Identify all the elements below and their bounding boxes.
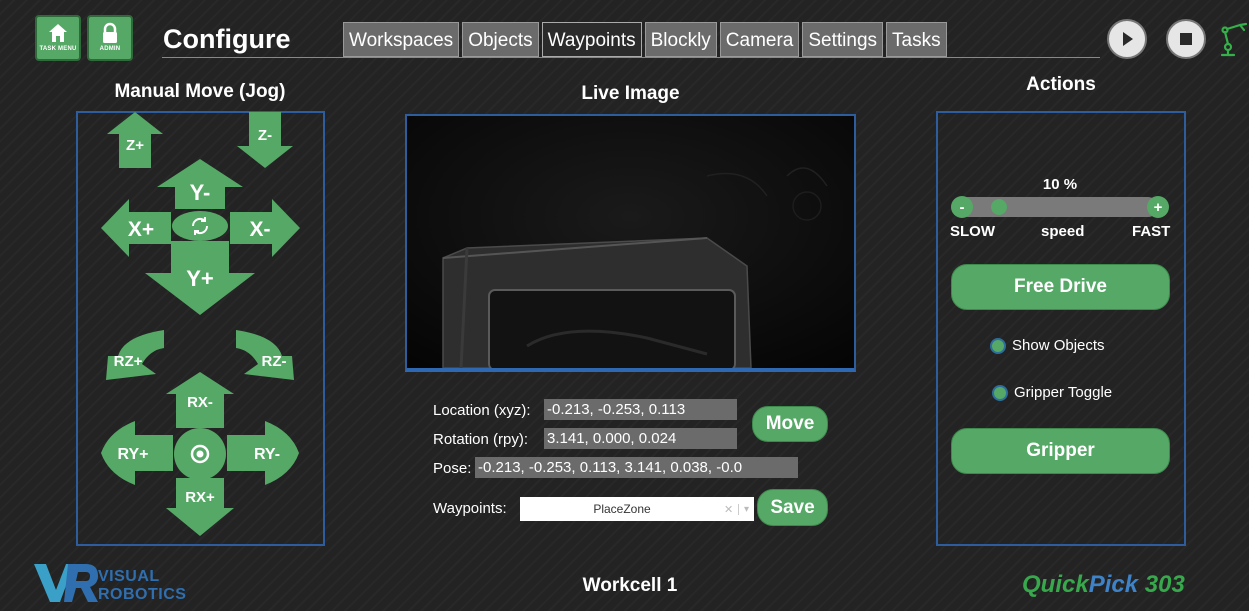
pose-label: Pose: bbox=[433, 460, 472, 477]
speed-decrease-button[interactable]: - bbox=[951, 196, 973, 218]
camera-feed bbox=[407, 116, 854, 368]
gripper-toggle[interactable]: Gripper Toggle bbox=[992, 384, 1112, 401]
play-button[interactable] bbox=[1107, 19, 1147, 59]
waypoints-select-value: PlaceZone bbox=[593, 502, 651, 516]
jog-rz-minus-button[interactable]: RZ- bbox=[236, 326, 294, 380]
page-title: Configure bbox=[163, 24, 291, 54]
fast-label: FAST bbox=[1132, 223, 1171, 240]
jog-z-minus-button[interactable]: Z- bbox=[237, 112, 293, 168]
lock-icon bbox=[103, 22, 117, 43]
workcell-label: Workcell 1 bbox=[582, 575, 678, 596]
jog-rx-plus-button[interactable]: RX+ bbox=[166, 478, 234, 536]
jog-rz-minus-label: RZ- bbox=[262, 353, 287, 370]
jog-ry-minus-button[interactable]: RY- bbox=[227, 417, 299, 489]
speed-increase-button[interactable]: + bbox=[1147, 196, 1169, 218]
visual-robotics-logo: VISUAL ROBOTICS bbox=[34, 560, 187, 608]
slow-label: SLOW bbox=[950, 223, 995, 240]
move-button[interactable]: Move bbox=[752, 406, 828, 442]
actions-heading: Actions bbox=[1026, 74, 1096, 95]
jog-x-plus-label: X+ bbox=[128, 218, 154, 241]
task-menu-button[interactable]: TASK MENU bbox=[35, 15, 81, 61]
logo-visual-text: VISUAL bbox=[98, 568, 160, 585]
pose-value: -0.213, -0.253, 0.113, 3.141, 0.038, -0.… bbox=[475, 457, 798, 478]
speed-label: speed bbox=[1041, 223, 1085, 240]
jog-rx-plus-label: RX+ bbox=[185, 489, 215, 506]
jog-y-minus-label: Y- bbox=[190, 180, 211, 205]
show-objects-radio[interactable] bbox=[990, 337, 1006, 354]
speed-slider-track[interactable] bbox=[958, 197, 1158, 217]
product-quick: Quick bbox=[1022, 571, 1089, 598]
tab-camera[interactable]: Camera bbox=[719, 22, 800, 57]
jog-ry-minus-label: RY- bbox=[254, 446, 280, 463]
speed-value: 10 % bbox=[1042, 176, 1078, 193]
jog-rz-plus-label: RZ+ bbox=[114, 353, 143, 370]
admin-button[interactable]: ADMIN bbox=[87, 15, 133, 61]
jog-x-minus-label: X- bbox=[250, 218, 271, 241]
show-objects-label: Show Objects bbox=[1012, 337, 1105, 354]
tab-settings[interactable]: Settings bbox=[802, 22, 884, 57]
clear-icon[interactable]: ✕ bbox=[724, 503, 738, 516]
show-objects-toggle[interactable]: Show Objects bbox=[990, 337, 1105, 354]
jog-rx-minus-label: RX- bbox=[187, 394, 213, 411]
admin-label: ADMIN bbox=[99, 46, 121, 52]
jog-z-minus-label: Z- bbox=[258, 127, 272, 144]
home-icon bbox=[49, 24, 67, 42]
gripper-button[interactable]: Gripper bbox=[951, 428, 1170, 474]
stop-button[interactable] bbox=[1166, 19, 1206, 59]
jog-z-plus-button[interactable]: Z+ bbox=[107, 112, 163, 168]
jog-y-plus-label: Y+ bbox=[186, 266, 214, 291]
product-number: 303 bbox=[1138, 571, 1185, 598]
location-value: -0.213, -0.253, 0.113 bbox=[544, 399, 737, 420]
gripper-toggle-label: Gripper Toggle bbox=[1014, 384, 1113, 401]
tab-tasks[interactable]: Tasks bbox=[886, 22, 947, 57]
rotation-label: Rotation (rpy): bbox=[433, 431, 529, 448]
live-image-heading: Live Image bbox=[581, 83, 680, 104]
jog-z-plus-label: Z+ bbox=[126, 137, 144, 154]
waypoints-select[interactable]: PlaceZone ✕ ▾ bbox=[520, 497, 754, 521]
product-pick: Pick bbox=[1088, 571, 1139, 598]
tab-blockly[interactable]: Blockly bbox=[644, 22, 717, 57]
product-name: QuickPick 303 bbox=[1022, 571, 1185, 599]
jog-home-button[interactable] bbox=[171, 210, 229, 242]
tab-objects[interactable]: Objects bbox=[462, 22, 539, 57]
gripper-toggle-radio[interactable] bbox=[992, 384, 1008, 401]
task-menu-label: TASK MENU bbox=[39, 46, 77, 52]
jog-rx-minus-button[interactable]: RX- bbox=[166, 372, 234, 428]
logo-robotics-text: ROBOTICS bbox=[98, 586, 187, 603]
tab-workspaces[interactable]: Workspaces bbox=[343, 22, 460, 57]
jog-ry-plus-button[interactable]: RY+ bbox=[101, 417, 173, 489]
waypoints-label: Waypoints: bbox=[433, 500, 507, 517]
vr-logo-mark bbox=[34, 564, 98, 602]
tab-bar: Workspaces Objects Waypoints Blockly Cam… bbox=[343, 22, 947, 57]
rotation-value: 3.141, 0.000, 0.024 bbox=[544, 428, 737, 449]
stop-icon bbox=[1180, 33, 1192, 45]
jog-ry-plus-label: RY+ bbox=[118, 446, 149, 463]
speed-slider-thumb[interactable] bbox=[991, 199, 1007, 215]
location-label: Location (xyz): bbox=[433, 402, 531, 419]
free-drive-button[interactable]: Free Drive bbox=[951, 264, 1170, 310]
jog-center-button[interactable] bbox=[173, 427, 227, 481]
robot-arm-icon[interactable] bbox=[1218, 20, 1249, 58]
play-icon bbox=[1123, 32, 1133, 46]
live-image bbox=[405, 114, 856, 372]
tab-waypoints[interactable]: Waypoints bbox=[541, 22, 642, 57]
save-button[interactable]: Save bbox=[757, 489, 828, 526]
jog-y-plus-button[interactable]: Y+ bbox=[145, 241, 255, 315]
chevron-down-icon[interactable]: ▾ bbox=[738, 503, 754, 515]
jog-rz-plus-button[interactable]: RZ+ bbox=[106, 326, 164, 380]
jog-heading: Manual Move (Jog) bbox=[114, 81, 286, 102]
